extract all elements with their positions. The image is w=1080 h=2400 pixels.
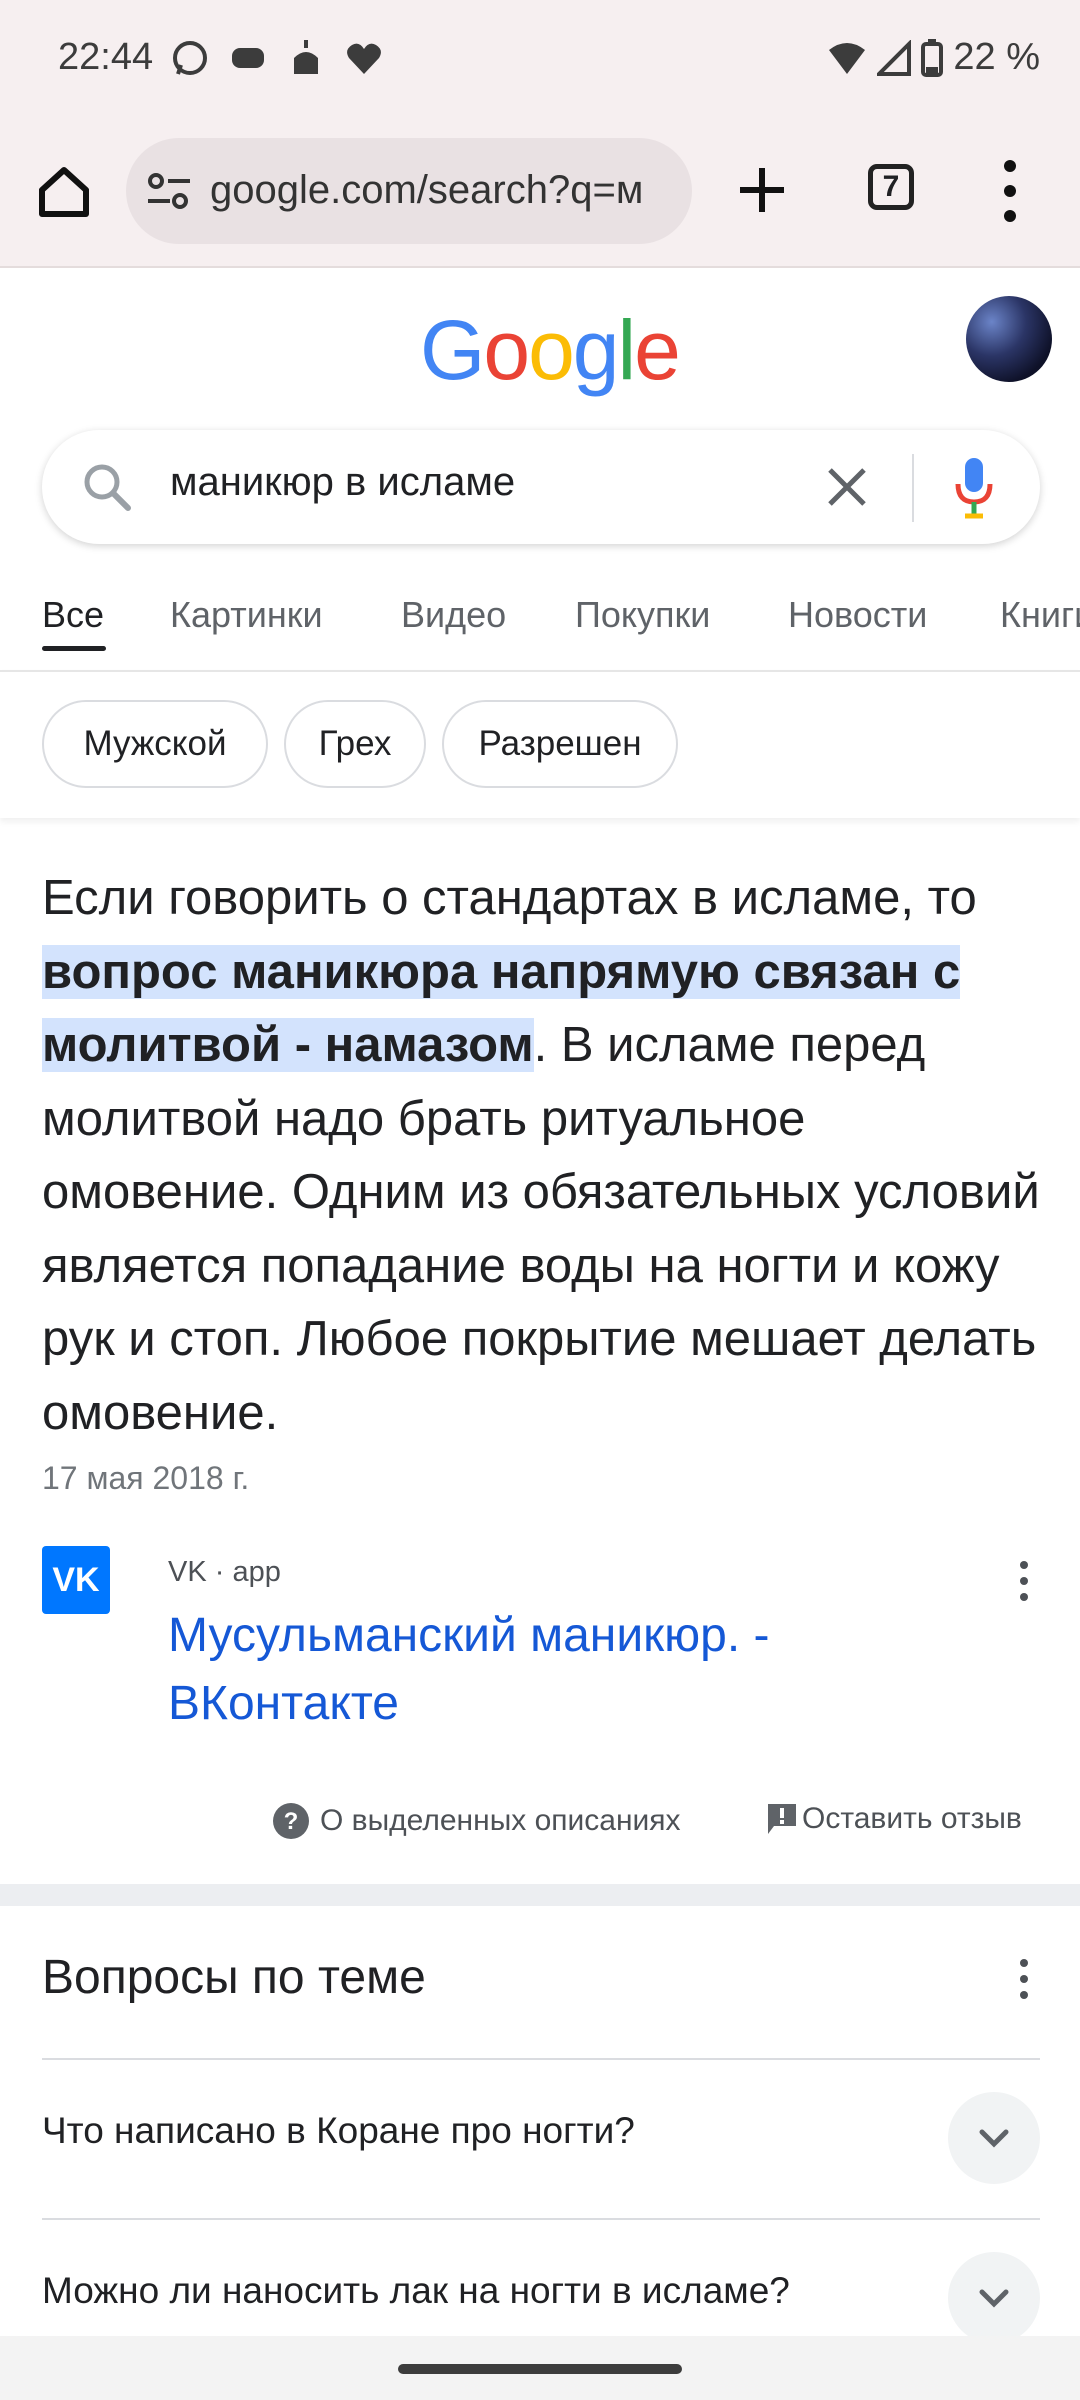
svg-text:?: ?	[284, 1808, 299, 1835]
result-more-icon[interactable]	[1018, 1560, 1030, 1602]
tab-all[interactable]: Все	[42, 594, 104, 636]
about-snippets-link[interactable]: ? О выделенных описаниях	[272, 1802, 681, 1840]
chip-allowed[interactable]: Разрешен	[442, 700, 678, 788]
snippet-text-before: Если говорить о стандартах в исламе, то	[42, 871, 977, 925]
site-settings-icon[interactable]	[146, 171, 192, 211]
related-question-text: Что написано в Коране про ногти?	[42, 2110, 635, 2151]
home-icon[interactable]	[36, 164, 92, 220]
search-icon	[84, 464, 131, 511]
active-tab-indicator	[42, 646, 106, 651]
chip-sin[interactable]: Грех	[284, 700, 426, 788]
expand-button[interactable]	[948, 2252, 1040, 2344]
section-divider	[0, 1884, 1080, 1906]
tab-images[interactable]: Картинки	[170, 594, 323, 636]
status-time: 22:44	[58, 36, 154, 78]
help-icon: ?	[273, 1803, 309, 1839]
tab-news[interactable]: Новости	[788, 594, 927, 636]
wifi-icon	[829, 42, 866, 74]
account-avatar[interactable]	[966, 296, 1052, 382]
tab-switcher-button[interactable]: 7	[868, 164, 914, 210]
tab-shopping[interactable]: Покупки	[575, 594, 710, 636]
signal-icon	[877, 39, 912, 76]
battery-icon	[921, 38, 944, 77]
result-source[interactable]: VK · app	[168, 1556, 281, 1589]
search-input[interactable]: маникюр в исламе	[170, 460, 515, 505]
about-label: О выделенных описаниях	[320, 1804, 681, 1837]
search-tabs: Все Картинки Видео Покупки Новости Книги	[0, 582, 1080, 672]
game-controller-icon	[232, 48, 264, 68]
gesture-handle[interactable]	[398, 2364, 682, 2374]
search-box[interactable]: маникюр в исламе	[42, 430, 1040, 544]
result-title-link[interactable]: Мусульманский маникюр. - ВКонтакте	[168, 1602, 928, 1738]
snippet-date: 17 мая 2018 г.	[42, 1460, 250, 1496]
status-bar: 22:44 22 %	[0, 0, 1080, 118]
clear-icon[interactable]	[824, 464, 870, 510]
related-questions-title: Вопросы по теме	[42, 1951, 426, 2004]
related-more-icon[interactable]	[1018, 1958, 1030, 2000]
new-tab-icon[interactable]	[734, 162, 790, 218]
vk-logo-icon[interactable]: VK	[42, 1546, 110, 1614]
snippet-text-after: . В исламе перед молитвой надо брать рит…	[42, 1018, 1040, 1440]
heart-icon	[347, 43, 381, 74]
tab-books[interactable]: Книги	[1000, 594, 1080, 636]
google-logo[interactable]: Google	[420, 302, 681, 399]
expand-button[interactable]	[948, 2092, 1040, 2184]
feedback-icon	[768, 1804, 796, 1834]
refinement-chips: Мужской Грех Разрешен	[0, 670, 1080, 818]
chevron-down-icon	[979, 2129, 1009, 2148]
feedback-link[interactable]: Оставить отзыв	[766, 1802, 1022, 1836]
address-bar[interactable]: google.com/search?q=м	[126, 138, 692, 244]
browser-toolbar: google.com/search?q=м 7	[0, 118, 1080, 268]
chip-male[interactable]: Мужской	[42, 700, 268, 788]
status-right: 22 %	[827, 36, 1040, 79]
related-question[interactable]: Что написано в Коране про ногти?	[42, 2058, 1040, 2218]
feedback-label: Оставить отзыв	[802, 1802, 1022, 1835]
chevron-down-icon	[979, 2289, 1009, 2308]
search-divider	[912, 454, 914, 522]
battery-percent: 22 %	[953, 36, 1040, 78]
url-text[interactable]: google.com/search?q=м	[210, 168, 680, 213]
microphone-icon[interactable]	[954, 456, 994, 520]
featured-snippet-text: Если говорить о стандартах в исламе, то …	[42, 862, 1042, 1450]
whatsapp-icon	[173, 41, 207, 75]
tab-videos[interactable]: Видео	[401, 594, 506, 636]
mosque-icon	[294, 40, 318, 74]
related-question-text: Можно ли наносить лак на ногти в исламе?	[42, 2270, 790, 2311]
more-options-icon[interactable]	[1000, 158, 1020, 224]
